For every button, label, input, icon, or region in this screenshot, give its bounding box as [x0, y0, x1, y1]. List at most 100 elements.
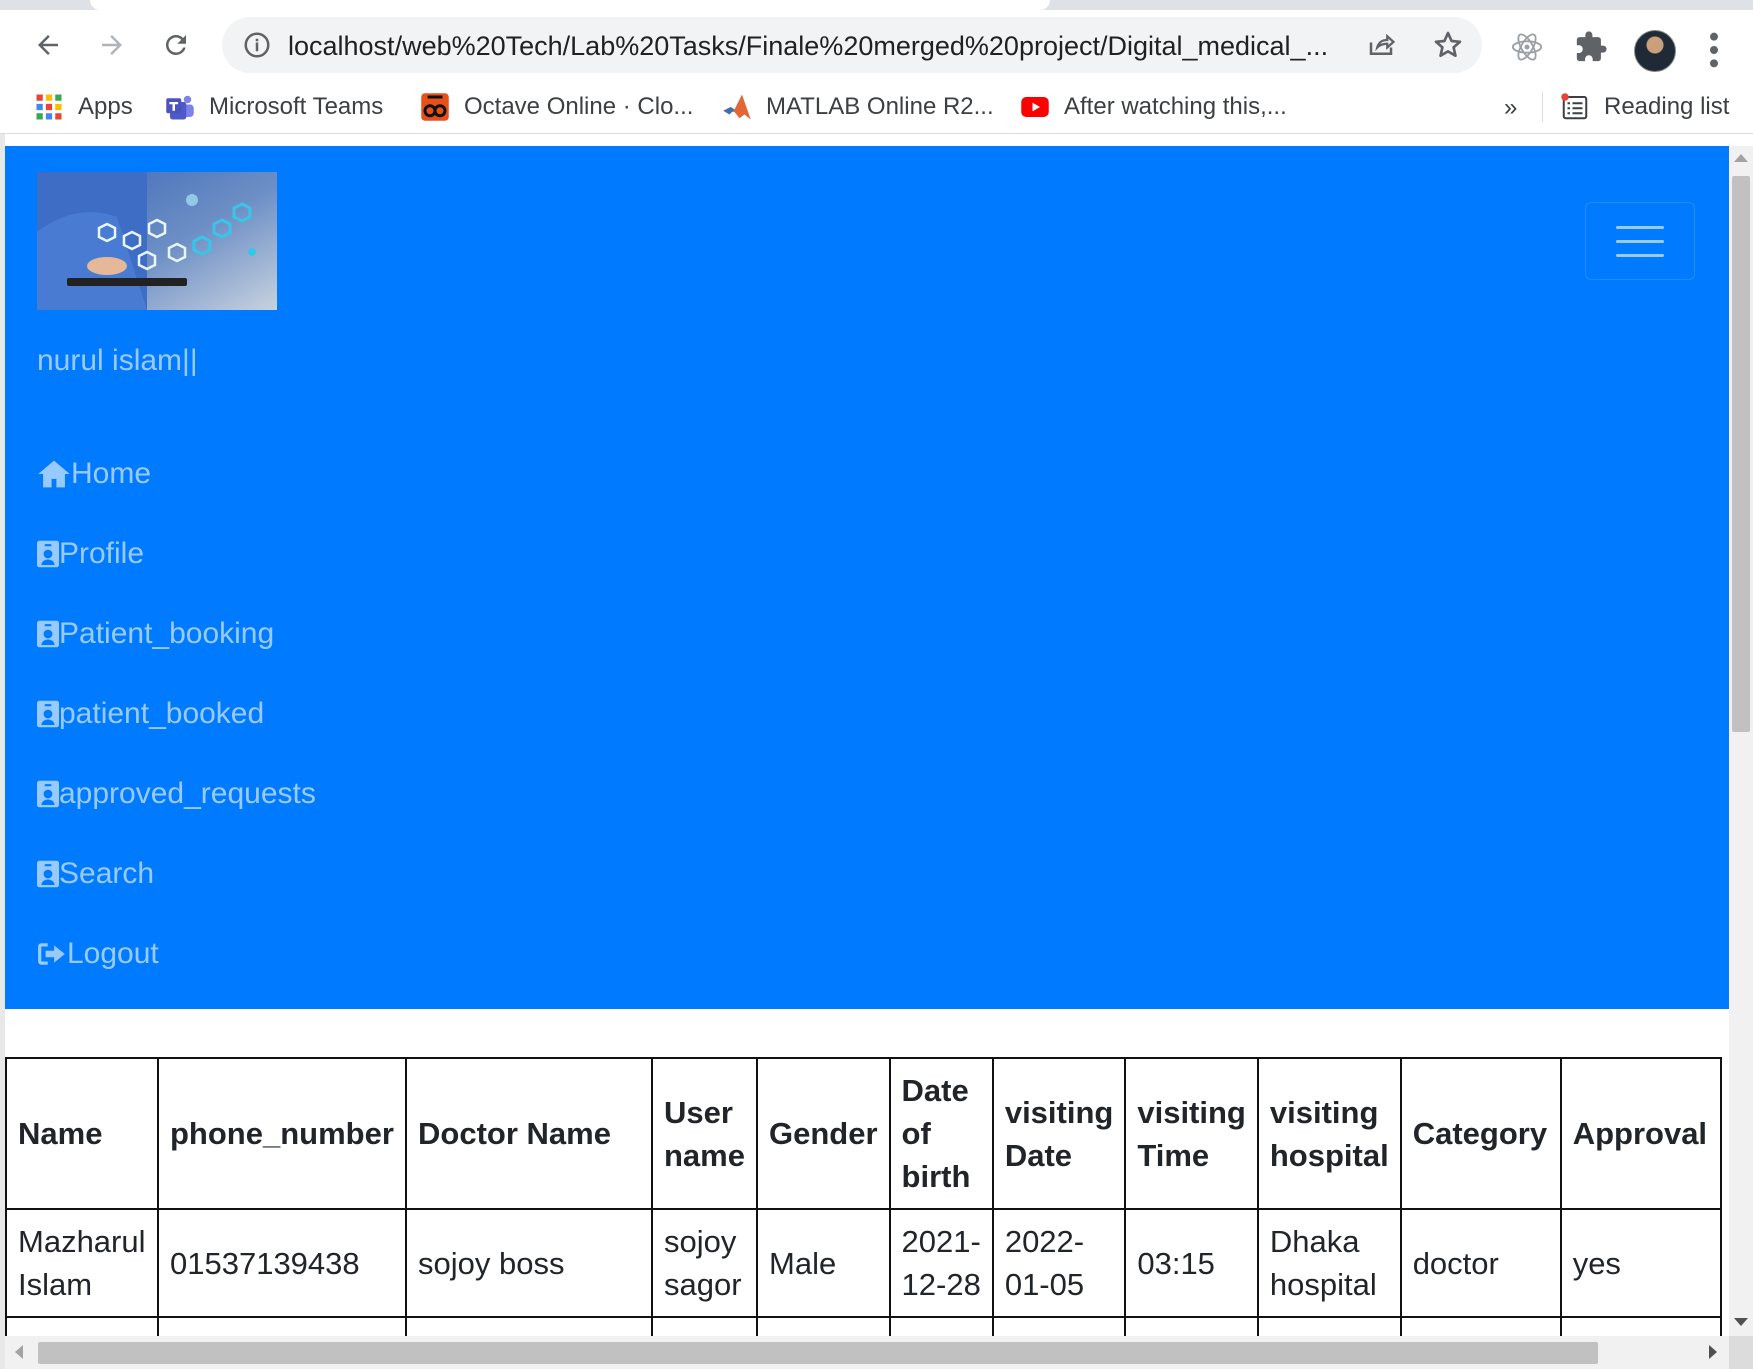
page-viewport: nurul islam|| Home Profile Patient_booki…: [5, 146, 1729, 1336]
more-bookmarks-button[interactable]: »: [1504, 94, 1517, 122]
table-cell: [405, 1316, 653, 1336]
more-menu-icon[interactable]: [1704, 30, 1724, 70]
nav-patient-booking[interactable]: Patient_booking: [37, 612, 274, 656]
matlab-icon: [723, 94, 751, 120]
table-cell: [5, 1316, 159, 1336]
nav-logout[interactable]: Logout: [37, 932, 159, 976]
browser-toolbar: localhost/web%20Tech/Lab%20Tasks/Finale%…: [0, 10, 1753, 80]
appointments-table: Name phone_number Doctor Name User name …: [5, 1057, 1722, 1336]
cell-date-of-birth: 2021-12-28: [888, 1208, 994, 1318]
logged-in-username: nurul islam||: [37, 344, 198, 377]
navbar: nurul islam|| Home Profile Patient_booki…: [5, 146, 1729, 1009]
reload-button[interactable]: [154, 23, 198, 67]
id-badge-icon: [37, 780, 59, 808]
cell-doctor-name: sojoy boss: [405, 1208, 653, 1318]
header-visiting-time: visiting Time: [1124, 1057, 1259, 1210]
scroll-up-arrow-icon[interactable]: [1734, 154, 1748, 162]
nav-search-label: Search: [59, 857, 155, 890]
address-bar[interactable]: localhost/web%20Tech/Lab%20Tasks/Finale%…: [222, 17, 1482, 73]
nav-profile-label: Profile: [59, 537, 145, 570]
id-badge-icon: [37, 700, 59, 728]
profile-avatar[interactable]: [1634, 30, 1676, 72]
navbar-toggle-button[interactable]: [1585, 202, 1695, 280]
table-cell: [756, 1316, 891, 1336]
tab-strip: [0, 0, 1753, 10]
cell-gender: Male: [756, 1208, 891, 1318]
cell-category: doctor: [1399, 1208, 1562, 1318]
table-cell: [1559, 1316, 1722, 1336]
extensions-puzzle-icon[interactable]: [1574, 30, 1608, 64]
horizontal-scrollbar[interactable]: [5, 1336, 1729, 1369]
apps-grid-icon: [36, 94, 62, 120]
nav-patient-booked[interactable]: patient_booked: [37, 692, 264, 736]
cell-approval: yes: [1559, 1208, 1722, 1318]
teams-icon: [166, 95, 194, 120]
react-devtools-icon[interactable]: [1510, 30, 1544, 64]
url-text[interactable]: localhost/web%20Tech/Lab%20Tasks/Finale%…: [288, 31, 1368, 62]
nav-patient-booking-label: Patient_booking: [59, 617, 275, 650]
table-cell: [1124, 1316, 1259, 1336]
share-icon[interactable]: [1366, 30, 1396, 60]
cell-name: Mazharul Islam: [5, 1208, 159, 1318]
bookmark-youtube[interactable]: After watching this,...: [1020, 90, 1287, 124]
bookmark-label: Microsoft Teams: [209, 93, 384, 120]
nav-home[interactable]: Home: [37, 452, 151, 496]
bookmark-star-icon[interactable]: [1432, 29, 1464, 61]
table-cell: [1399, 1316, 1562, 1336]
horizontal-scroll-thumb[interactable]: [38, 1342, 1598, 1364]
bookmark-octave[interactable]: Octave Online · Clo...: [420, 90, 693, 124]
bookmarks-separator: [1542, 92, 1543, 122]
id-badge-icon: [37, 620, 59, 648]
hamburger-icon-bar: [1616, 225, 1664, 229]
scroll-right-arrow-icon[interactable]: [1709, 1345, 1717, 1359]
bookmark-matlab[interactable]: MATLAB Online R2...: [722, 90, 994, 124]
cell-visiting-hospital: Dhaka hospital: [1256, 1208, 1402, 1318]
header-name: Name: [5, 1057, 159, 1210]
header-date-of-birth: Date of birth: [888, 1057, 994, 1210]
medical-logo-image[interactable]: [37, 172, 277, 310]
vertical-scroll-thumb[interactable]: [1732, 176, 1750, 732]
bookmark-label: Octave Online · Clo...: [464, 93, 694, 120]
bookmarks-bar: Apps Microsoft Teams Octave Online · Clo…: [0, 80, 1753, 134]
header-visiting-hospital: visiting hospital: [1256, 1057, 1402, 1210]
vertical-scrollbar[interactable]: [1729, 146, 1753, 1336]
reading-list-button[interactable]: Reading list: [1560, 90, 1729, 124]
site-info-icon[interactable]: [242, 30, 272, 60]
nav-logout-label: Logout: [67, 937, 159, 970]
header-gender: Gender: [756, 1057, 891, 1210]
bookmark-apps[interactable]: Apps: [34, 90, 133, 124]
nav-search[interactable]: Search: [37, 852, 154, 896]
scroll-down-arrow-icon[interactable]: [1734, 1318, 1748, 1326]
header-phone-number: phone_number: [157, 1057, 407, 1210]
bookmark-label: After watching this,...: [1064, 93, 1287, 120]
active-tab[interactable]: [90, 0, 1050, 10]
reload-icon: [165, 34, 186, 55]
home-icon: [38, 460, 70, 488]
cell-user-name: sojoy sagor: [651, 1208, 758, 1318]
table-cell: [157, 1316, 407, 1336]
scrollbar-corner: [1729, 1336, 1753, 1369]
nav-approved-requests[interactable]: approved_requests: [37, 772, 316, 816]
id-badge-icon: [37, 860, 59, 888]
header-user-name: User name: [651, 1057, 758, 1210]
table-cell: [651, 1316, 758, 1336]
header-approval: Approval: [1559, 1057, 1722, 1210]
header-category: Category: [1399, 1057, 1562, 1210]
appointments-table-container: Name phone_number Doctor Name User name …: [5, 1057, 1729, 1336]
nav-home-label: Home: [71, 457, 152, 490]
nav-profile[interactable]: Profile: [37, 532, 144, 576]
hamburger-icon-bar: [1616, 253, 1664, 257]
nav-patient-booked-label: patient_booked: [59, 697, 265, 730]
bookmark-teams[interactable]: Microsoft Teams: [165, 90, 383, 124]
back-button[interactable]: [26, 23, 70, 67]
cell-phone-number: 01537139438: [157, 1208, 407, 1318]
header-visiting-date: visiting Date: [991, 1057, 1127, 1210]
forward-button[interactable]: [90, 23, 134, 67]
youtube-icon: [1021, 97, 1049, 117]
back-arrow-icon: [38, 35, 58, 55]
table-cell: [991, 1316, 1127, 1336]
sign-out-icon: [38, 943, 65, 965]
table-header-row: Name phone_number Doctor Name User name …: [5, 1057, 1722, 1210]
table-row: [5, 1316, 1722, 1336]
scroll-left-arrow-icon[interactable]: [15, 1345, 23, 1359]
